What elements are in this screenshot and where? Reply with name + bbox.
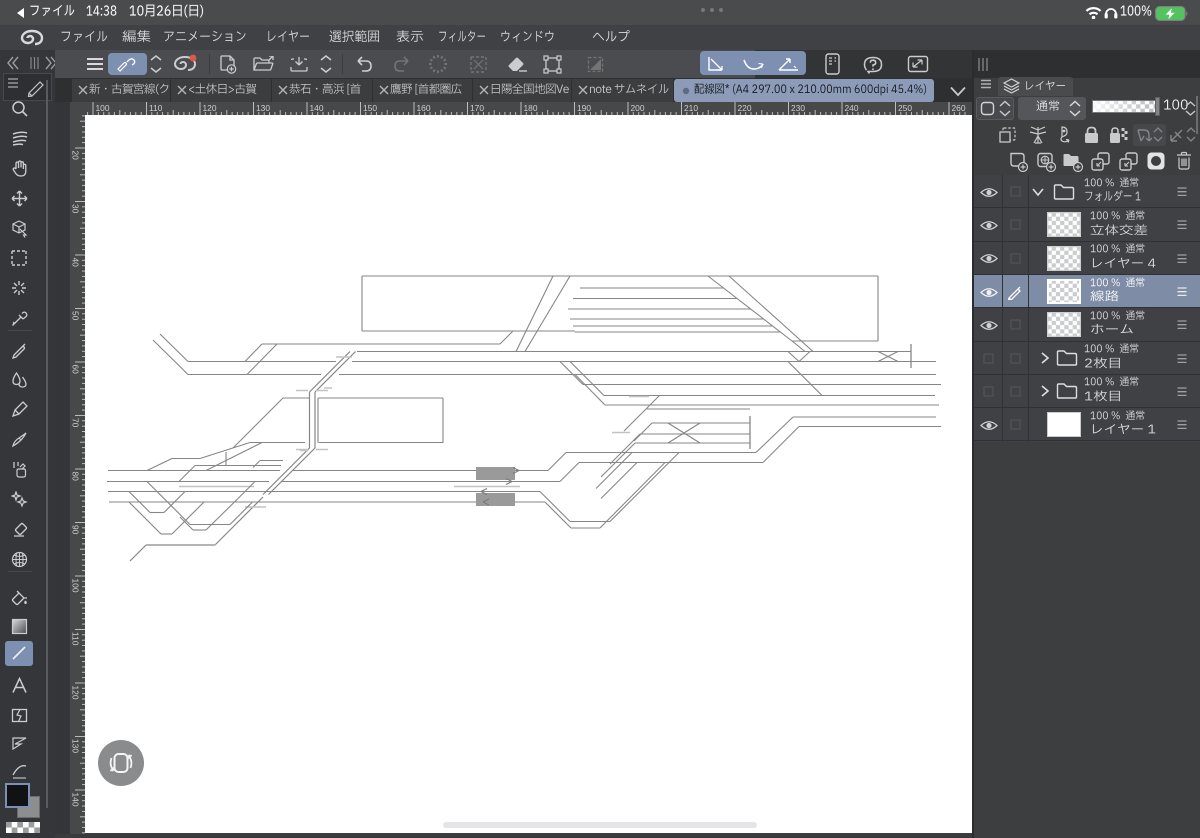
- svg-text:20: 20: [71, 151, 81, 161]
- svg-text:100: 100: [96, 103, 110, 113]
- svg-text:40: 40: [71, 258, 81, 268]
- svg-text:250: 250: [898, 103, 912, 113]
- svg-text:120: 120: [203, 103, 217, 113]
- svg-text:240: 240: [845, 103, 859, 113]
- svg-text:100: 100: [71, 579, 81, 593]
- svg-text:260: 260: [952, 103, 966, 113]
- svg-text:130: 130: [256, 103, 270, 113]
- svg-text:50: 50: [71, 311, 81, 321]
- svg-text:200: 200: [631, 103, 645, 113]
- svg-text:230: 230: [791, 103, 805, 113]
- svg-text:80: 80: [71, 472, 81, 482]
- svg-text:70: 70: [71, 418, 81, 428]
- svg-text:110: 110: [149, 103, 163, 113]
- svg-text:60: 60: [71, 365, 81, 375]
- svg-text:170: 170: [470, 103, 484, 113]
- svg-text:220: 220: [738, 103, 752, 113]
- svg-text:90: 90: [71, 525, 81, 535]
- svg-text:110: 110: [71, 632, 81, 646]
- svg-text:210: 210: [684, 103, 698, 113]
- svg-text:180: 180: [524, 103, 538, 113]
- svg-text:30: 30: [71, 204, 81, 214]
- svg-text:120: 120: [71, 686, 81, 700]
- svg-text:160: 160: [417, 103, 431, 113]
- svg-text:190: 190: [577, 103, 591, 113]
- svg-text:150: 150: [363, 103, 377, 113]
- svg-text:140: 140: [71, 793, 81, 807]
- svg-text:140: 140: [310, 103, 324, 113]
- svg-text:130: 130: [71, 739, 81, 753]
